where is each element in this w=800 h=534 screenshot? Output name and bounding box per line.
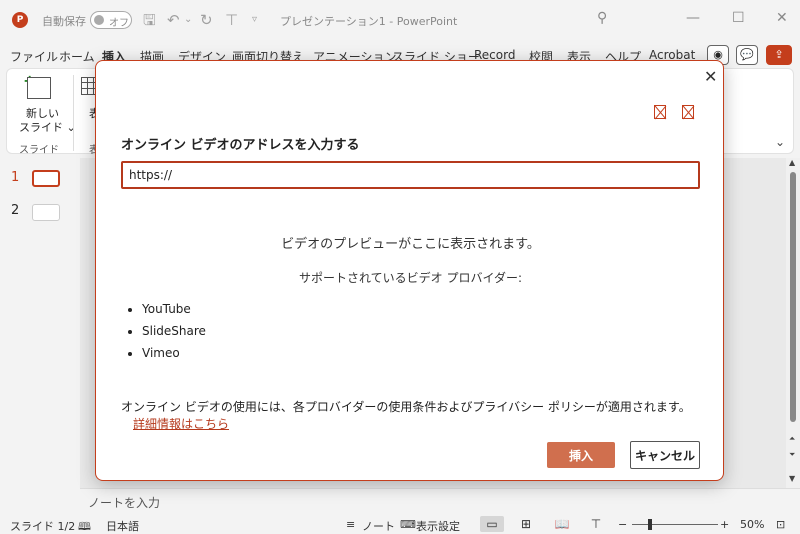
slideshow-view-icon[interactable]: ⊤	[584, 516, 608, 532]
display-settings-button[interactable]: 表示設定	[416, 518, 460, 534]
close-icon[interactable]: ✕	[704, 67, 717, 86]
fit-to-window-icon[interactable]: ⊡	[776, 518, 785, 531]
autosave-label: 自動保存	[42, 15, 86, 28]
slide-number: 1	[11, 170, 20, 185]
ribbon-collapse-icon[interactable]: ⌄	[775, 135, 785, 149]
customize-qat-icon[interactable]: ▿	[252, 11, 257, 29]
slide-counter: スライド 1/2	[10, 520, 76, 533]
zoom-out-icon[interactable]: −	[618, 518, 627, 531]
dialog-heading: オンライン ビデオのアドレスを入力する	[121, 138, 360, 153]
terms-notice: オンライン ビデオの使用には、各プロバイダーの使用条件およびプライバシー ポリシ…	[121, 399, 701, 433]
ribbon-separator	[73, 75, 74, 151]
normal-view-icon[interactable]: ▭	[480, 516, 504, 532]
notes-icon[interactable]: ≡	[346, 518, 355, 531]
save-icon[interactable]: 🖫	[143, 11, 156, 29]
title-bar: P 自動保存 オフ 🖫 ↶ ⌄ ↻ ⊤ ▿ プレゼンテーション1 - Power…	[0, 0, 800, 40]
slide-sorter-icon[interactable]: ⊞	[514, 516, 538, 532]
broken-image-icon	[654, 105, 666, 119]
status-bar: スライド 1/2 🕮 日本語 ≡ ノート ⌨ 表示設定 ▭ ⊞ 📖 ⊤ − + …	[0, 514, 800, 534]
scroll-up-icon[interactable]: ▲	[789, 158, 795, 167]
zoom-in-icon[interactable]: +	[720, 518, 729, 531]
video-url-input[interactable]	[121, 161, 700, 189]
insert-online-video-dialog: ✕ オンライン ビデオのアドレスを入力する ビデオのプレビューがここに表示されま…	[95, 60, 724, 481]
notes-button[interactable]: ノート	[362, 518, 395, 534]
more-info-link[interactable]: 詳細情報はこちら	[133, 417, 229, 431]
new-slide-dropdown-label[interactable]: スライド ⌄	[19, 119, 76, 135]
undo-icon[interactable]: ↶	[167, 11, 180, 29]
zoom-level[interactable]: 50%	[740, 518, 764, 531]
slide-thumbnail-2[interactable]	[32, 204, 60, 221]
broken-image-icon	[682, 105, 694, 119]
scroll-down-icon[interactable]: ▼	[789, 474, 795, 483]
previous-slide-icon[interactable]: ⏶	[789, 434, 795, 444]
notes-pane[interactable]: ノートを入力	[80, 488, 800, 512]
preview-placeholder-text: ビデオのプレビューがここに表示されます。	[281, 237, 540, 252]
undo-dropdown-icon[interactable]: ⌄	[184, 11, 192, 29]
new-slide-icon[interactable]	[27, 77, 51, 99]
autosave-toggle[interactable]: オフ	[90, 11, 132, 29]
redo-icon[interactable]: ↻	[200, 11, 213, 29]
document-title: プレゼンテーション1 - PowerPoint	[280, 15, 458, 28]
tab-home[interactable]: ホーム	[59, 48, 95, 65]
cancel-button[interactable]: キャンセル	[630, 441, 700, 469]
language-status[interactable]: 日本語	[106, 518, 139, 534]
maximize-icon[interactable]: ☐	[732, 10, 745, 26]
share-button[interactable]: ⇪	[766, 45, 792, 65]
scrollbar-thumb[interactable]	[790, 172, 796, 422]
search-icon[interactable]: ⚲	[597, 10, 607, 26]
reading-view-icon[interactable]: 📖	[550, 516, 574, 532]
display-settings-icon[interactable]: ⌨	[400, 518, 416, 531]
next-slide-icon[interactable]: ⏷	[789, 450, 795, 460]
autosave-state: オフ	[109, 18, 129, 29]
powerpoint-logo-icon: P	[12, 12, 28, 28]
list-item: SlideShare	[142, 323, 206, 345]
provider-list: YouTube SlideShare Vimeo	[142, 301, 206, 367]
notes-placeholder: ノートを入力	[88, 496, 161, 510]
list-item: Vimeo	[142, 345, 206, 367]
list-item: YouTube	[142, 301, 206, 323]
slide-thumbnail-1[interactable]	[32, 170, 60, 187]
vertical-scrollbar[interactable]: ▲ ⏶ ⏷ ▼	[786, 158, 800, 488]
slide-number: 2	[11, 203, 20, 218]
tab-file[interactable]: ファイル	[10, 48, 58, 65]
zoom-slider-knob[interactable]	[648, 519, 652, 530]
zoom-slider-track[interactable]	[632, 524, 718, 525]
comments-button[interactable]: 💬	[736, 45, 758, 65]
presentation-icon[interactable]: ⊤	[225, 11, 238, 29]
toggle-knob	[94, 15, 104, 25]
accessibility-icon[interactable]: 🕮	[78, 518, 91, 534]
slide-thumbnails-pane: 1 2	[0, 158, 80, 488]
insert-button[interactable]: 挿入	[547, 442, 615, 468]
slides-group-label: スライド	[19, 145, 59, 156]
close-window-icon[interactable]: ✕	[776, 10, 788, 26]
terms-text: オンライン ビデオの使用には、各プロバイダーの使用条件およびプライバシー ポリシ…	[121, 400, 691, 414]
supported-providers-heading: サポートされているビデオ プロバイダー:	[298, 271, 523, 285]
minimize-icon[interactable]: —	[686, 10, 700, 26]
